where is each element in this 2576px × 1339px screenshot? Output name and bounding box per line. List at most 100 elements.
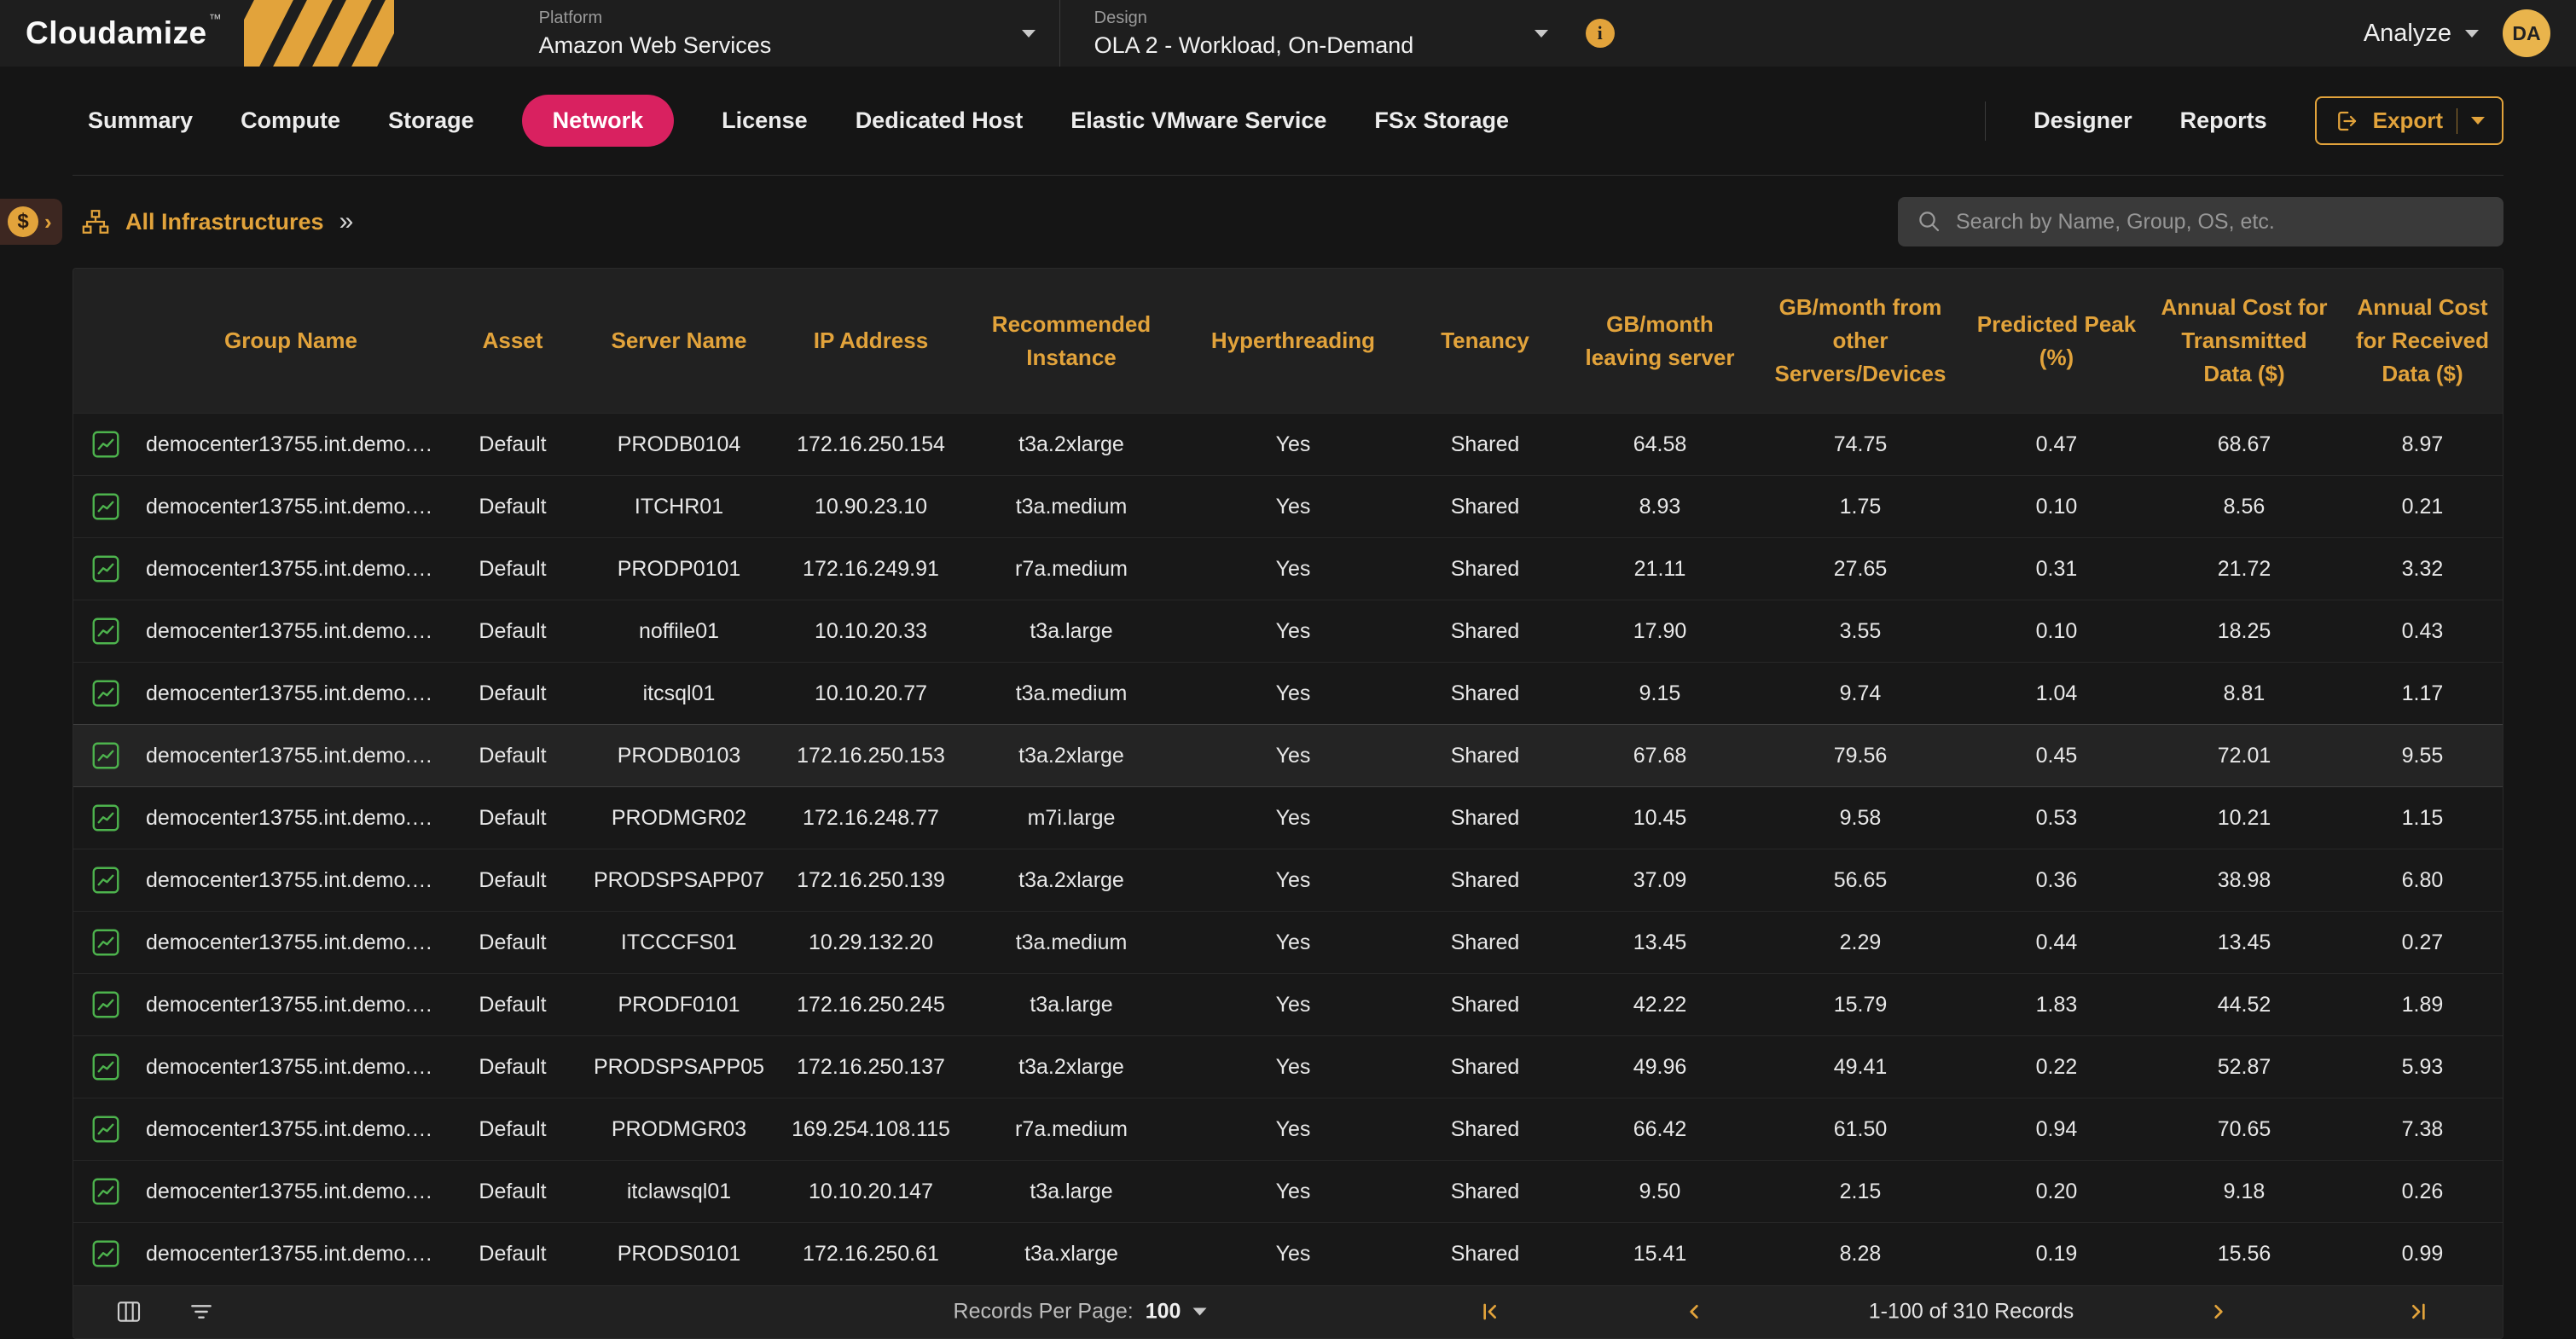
table-row[interactable]: democenter13755.int.demo.comDefaultPRODS… [73, 1223, 2503, 1285]
table-cell: 49.41 [1758, 1036, 1963, 1098]
chevron-double-right-icon: » [339, 207, 354, 236]
columns-settings-button[interactable] [115, 1298, 142, 1325]
first-page-button[interactable] [1476, 1298, 1503, 1325]
row-chart-button[interactable] [73, 414, 137, 476]
tab-license[interactable]: License [722, 95, 808, 147]
design-selector[interactable]: Design OLA 2 - Workload, On-Demand [1060, 0, 1572, 67]
last-page-button[interactable] [2405, 1298, 2433, 1325]
designer-link[interactable]: Designer [2034, 107, 2132, 134]
table-row[interactable]: democenter13755.int.demo.comDefaultPRODS… [73, 1036, 2503, 1098]
filter-button[interactable] [188, 1298, 215, 1325]
chevron-down-icon[interactable] [1192, 1308, 1206, 1316]
breadcrumb[interactable]: All Infrastructures » [81, 207, 353, 236]
chevron-down-icon [2471, 117, 2485, 125]
row-chart-button[interactable] [73, 1223, 137, 1285]
tab-fsx-storage[interactable]: FSx Storage [1374, 95, 1509, 147]
table-row[interactable]: democenter13755.int.demo.comDefaultitcla… [73, 1161, 2503, 1223]
column-header-gb-leaving[interactable]: GB/month leaving server [1562, 269, 1758, 414]
column-header-recommended-instance[interactable]: Recommended Instance [965, 269, 1178, 414]
table-cell: 61.50 [1758, 1098, 1963, 1161]
export-button[interactable]: Export [2315, 96, 2503, 145]
row-chart-button[interactable] [73, 600, 137, 663]
column-header-tenancy[interactable]: Tenancy [1408, 269, 1562, 414]
table-cell: PRODP0101 [581, 538, 777, 600]
table-row[interactable]: democenter13755.int.demo.comDefaultPRODB… [73, 414, 2503, 476]
table-cell: Shared [1408, 974, 1562, 1036]
analyze-menu[interactable]: Analyze [2364, 20, 2479, 48]
table-cell: Yes [1178, 1223, 1408, 1285]
table-cell: 169.254.108.115 [777, 1098, 965, 1161]
row-chart-button[interactable] [73, 787, 137, 849]
table-row[interactable]: democenter13755.int.demo.comDefaultPRODS… [73, 849, 2503, 912]
table-cell: Shared [1408, 1223, 1562, 1285]
platform-selector[interactable]: Platform Amazon Web Services [505, 0, 1059, 67]
table-cell: 15.56 [2150, 1223, 2338, 1285]
row-chart-button[interactable] [73, 538, 137, 600]
tab-network[interactable]: Network [522, 95, 675, 147]
table-cell: t3a.large [965, 974, 1178, 1036]
table-cell: Default [444, 538, 581, 600]
table-cell: 1.75 [1758, 476, 1963, 538]
column-header-hyperthreading[interactable]: Hyperthreading [1178, 269, 1408, 414]
table-cell: Shared [1408, 663, 1562, 725]
column-header-group-name[interactable]: Group Name [137, 269, 444, 414]
table-row[interactable]: democenter13755.int.demo.comDefaultPRODB… [73, 725, 2503, 787]
reports-link[interactable]: Reports [2180, 107, 2267, 134]
column-header-annual-received[interactable]: Annual Cost for Received Data ($) [2338, 269, 2503, 414]
table-cell: t3a.large [965, 600, 1178, 663]
search-input[interactable] [1956, 210, 2485, 235]
row-chart-button[interactable] [73, 1098, 137, 1161]
column-header-predicted-peak[interactable]: Predicted Peak (%) [1963, 269, 2150, 414]
row-chart-button[interactable] [73, 1161, 137, 1223]
avatar[interactable]: DA [2503, 9, 2550, 57]
row-chart-button[interactable] [73, 974, 137, 1036]
tab-compute[interactable]: Compute [241, 95, 340, 147]
column-header-asset[interactable]: Asset [444, 269, 581, 414]
table-cell: Yes [1178, 414, 1408, 476]
info-icon[interactable]: i [1586, 19, 1615, 48]
row-chart-button[interactable] [73, 1036, 137, 1098]
cost-panel-toggle[interactable]: $ › [0, 199, 62, 245]
table-cell: Default [444, 414, 581, 476]
table-cell: 1.89 [2338, 974, 2503, 1036]
table-row[interactable]: democenter13755.int.demo.comDefaultITCCC… [73, 912, 2503, 974]
tab-elastic-vmware-service[interactable]: Elastic VMware Service [1070, 95, 1326, 147]
row-chart-button[interactable] [73, 663, 137, 725]
table-cell: 0.43 [2338, 600, 2503, 663]
table-row[interactable]: democenter13755.int.demo.comDefaultPRODM… [73, 787, 2503, 849]
next-page-button[interactable] [2205, 1298, 2232, 1325]
table-cell: 21.72 [2150, 538, 2338, 600]
tab-storage[interactable]: Storage [388, 95, 474, 147]
column-header-ip-address[interactable]: IP Address [777, 269, 965, 414]
chart-icon [90, 1114, 121, 1145]
chart-icon [90, 1052, 121, 1082]
column-header-annual-transmitted[interactable]: Annual Cost for Transmitted Data ($) [2150, 269, 2338, 414]
tab-dedicated-host[interactable]: Dedicated Host [856, 95, 1024, 147]
table-row[interactable]: democenter13755.int.demo.comDefaultnoffi… [73, 600, 2503, 663]
column-header-server-name[interactable]: Server Name [581, 269, 777, 414]
table-row[interactable]: democenter13755.int.demo.comDefaultPRODP… [73, 538, 2503, 600]
row-chart-button[interactable] [73, 912, 137, 974]
table-cell: Default [444, 974, 581, 1036]
brand-trademark: ™ [209, 12, 222, 26]
pagination-range: 1-100 of 310 Records [1869, 1300, 2074, 1325]
table-row[interactable]: democenter13755.int.demo.comDefaultPRODM… [73, 1098, 2503, 1161]
row-chart-button[interactable] [73, 849, 137, 912]
table-cell: Yes [1178, 663, 1408, 725]
tab-summary[interactable]: Summary [88, 95, 193, 147]
chart-icon [90, 927, 121, 958]
table-cell: 9.74 [1758, 663, 1963, 725]
table-cell: 0.21 [2338, 476, 2503, 538]
table-cell: Yes [1178, 912, 1408, 974]
table-cell: 0.94 [1963, 1098, 2150, 1161]
row-chart-button[interactable] [73, 476, 137, 538]
records-per-page-value[interactable]: 100 [1146, 1300, 1181, 1325]
table-row[interactable]: democenter13755.int.demo.comDefaultPRODF… [73, 974, 2503, 1036]
previous-page-button[interactable] [1680, 1298, 1708, 1325]
table-cell: 74.75 [1758, 414, 1963, 476]
table-row[interactable]: democenter13755.int.demo.comDefaultITCHR… [73, 476, 2503, 538]
column-header-gb-other[interactable]: GB/month from other Servers/Devices [1758, 269, 1963, 414]
row-chart-button[interactable] [73, 725, 137, 787]
table-row[interactable]: democenter13755.int.demo.comDefaultitcsq… [73, 663, 2503, 725]
search-box [1898, 197, 2503, 246]
